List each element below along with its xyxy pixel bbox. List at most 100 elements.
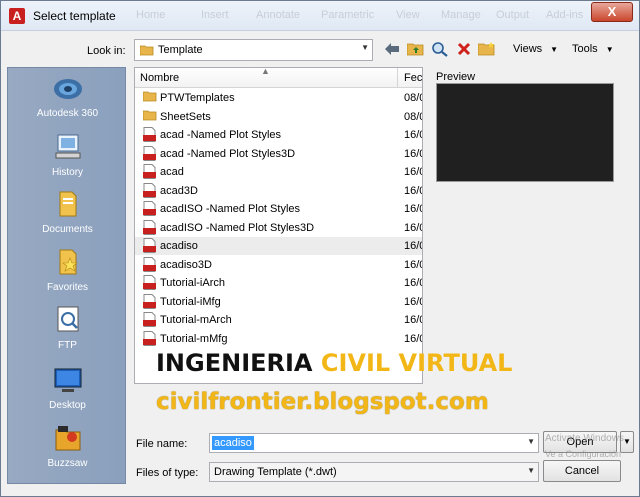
place-history[interactable]: History xyxy=(8,133,127,178)
file-name-label: File name: xyxy=(136,438,188,450)
history-icon xyxy=(55,134,80,159)
column-header-date[interactable]: Fecl xyxy=(404,72,422,84)
up-folder-icon[interactable] xyxy=(406,39,426,59)
file-row[interactable]: acad 16/0 xyxy=(135,163,422,182)
back-arrow-icon[interactable] xyxy=(382,39,402,59)
watermark-url: civilfrontier.blogspot.com xyxy=(156,389,489,415)
file-row-date: 16/0 xyxy=(404,258,422,271)
file-row[interactable]: Tutorial-mMfg 16/0 xyxy=(135,330,422,348)
file-row[interactable]: Tutorial-mArch 16/0 xyxy=(135,311,422,330)
file-name-input[interactable]: acadiso ▼ xyxy=(209,433,539,453)
file-row[interactable]: Tutorial-iMfg 16/0 xyxy=(135,293,422,312)
search-web-icon[interactable] xyxy=(430,39,450,59)
views-menu[interactable]: Views ▼ xyxy=(513,43,558,55)
column-separator[interactable] xyxy=(397,68,398,88)
file-row-name: acad -Named Plot Styles3D xyxy=(160,147,296,160)
file-row-name: Tutorial-mMfg xyxy=(160,332,228,345)
file-list-header: Nombre ▲ Fecl xyxy=(135,67,422,88)
ghost-ribbon-tab: Output xyxy=(496,9,530,21)
file-row-name: acadISO -Named Plot Styles3D xyxy=(160,221,315,234)
file-row[interactable]: acad -Named Plot Styles 16/0 xyxy=(135,126,422,145)
file-row[interactable]: acad3D 16/0 xyxy=(135,182,422,201)
watermark-title-part1: INGENIERIA xyxy=(156,349,321,377)
close-button[interactable]: X xyxy=(591,2,633,22)
column-header-name[interactable]: Nombre xyxy=(140,72,179,84)
place-documents[interactable]: Documents xyxy=(8,190,127,235)
file-row-date: 16/0 xyxy=(404,240,422,252)
dwt-file-icon xyxy=(143,145,156,164)
ghost-ribbon-tab: Manage xyxy=(441,9,481,21)
file-type-label: Files of type: xyxy=(136,467,199,479)
file-row-name: Tutorial-mArch xyxy=(160,314,232,326)
file-row[interactable]: SheetSets 08/0 xyxy=(135,108,422,126)
desktop-icon xyxy=(54,368,81,392)
file-row-name: Tutorial-iArch xyxy=(160,277,225,289)
file-row-date: 16/0 xyxy=(404,147,422,160)
file-name-value: acadiso xyxy=(212,436,254,450)
file-row[interactable]: acadiso3D 16/0 xyxy=(135,256,422,275)
file-row-name: acad xyxy=(160,166,184,178)
file-row-name: acad -Named Plot Styles xyxy=(160,129,282,141)
dwt-file-icon xyxy=(143,127,156,145)
place-autodesk-360[interactable]: Autodesk 360 xyxy=(8,74,127,119)
lookin-label: Look in: xyxy=(87,45,126,57)
file-row-date: 16/0 xyxy=(404,314,422,326)
autodesk-360-icon xyxy=(53,79,82,99)
documents-folder-icon xyxy=(59,191,76,217)
chevron-down-icon[interactable]: ▼ xyxy=(527,437,535,446)
file-row[interactable]: PTWTemplates 08/0 xyxy=(135,89,422,107)
ghost-ribbon-tab: View xyxy=(396,9,420,21)
dwt-file-icon xyxy=(143,293,156,312)
file-row[interactable]: acadISO -Named Plot Styles 16/0 xyxy=(135,200,422,219)
ghost-ribbon-tab: Add-ins xyxy=(546,9,584,21)
tools-menu[interactable]: Tools ▼ xyxy=(572,43,614,55)
chevron-down-icon: ▼ xyxy=(605,45,614,54)
place-ftp[interactable]: FTP xyxy=(8,306,127,351)
dwt-file-icon xyxy=(143,182,156,201)
file-type-dropdown[interactable]: Drawing Template (*.dwt) ▼ xyxy=(209,462,539,482)
file-row-name: acadiso3D xyxy=(160,258,212,271)
place-favorites[interactable]: Favorites xyxy=(8,248,127,293)
file-row-name: acadISO -Named Plot Styles xyxy=(160,203,301,215)
new-folder-icon[interactable] xyxy=(477,39,497,59)
ftp-icon xyxy=(57,306,78,332)
dwt-file-icon xyxy=(143,238,156,256)
file-row-date: 16/0 xyxy=(404,203,422,215)
file-row-date: 16/0 xyxy=(404,295,422,308)
file-row[interactable]: Tutorial-iArch 16/0 xyxy=(135,274,422,293)
dwt-file-icon xyxy=(143,312,156,330)
file-row[interactable]: acad -Named Plot Styles3D 16/0 xyxy=(135,145,422,164)
file-row[interactable]: acadISO -Named Plot Styles3D 16/0 xyxy=(135,219,422,237)
dwt-file-icon xyxy=(143,201,156,219)
ghost-ribbon-tab: Home xyxy=(136,9,166,21)
file-list[interactable]: Nombre ▲ Fecl PTWTemplates 08/0 SheetSets 0… xyxy=(134,67,423,384)
place-buzzsaw[interactable]: Buzzsaw xyxy=(8,424,127,469)
folder-icon xyxy=(142,90,157,105)
file-row-name: PTWTemplates xyxy=(160,92,235,104)
favorites-star-folder-icon xyxy=(59,249,78,275)
autocad-logo-icon: A xyxy=(9,8,25,24)
views-label: Views xyxy=(513,43,543,55)
place-label: History xyxy=(51,167,84,178)
file-row-name: acadiso xyxy=(160,240,198,252)
select-template-dialog: A Select template Home Insert Annotate P… xyxy=(0,0,640,497)
cancel-button[interactable]: Cancel xyxy=(543,460,621,482)
file-row-date: 08/0 xyxy=(404,92,422,104)
dwt-file-icon xyxy=(143,164,156,182)
title-bar[interactable]: A Select template Home Insert Annotate P… xyxy=(1,1,639,31)
file-type-value: Drawing Template (*.dwt) xyxy=(214,466,337,478)
sort-ascending-icon: ▲ xyxy=(261,67,270,76)
delete-icon[interactable] xyxy=(454,39,474,59)
file-row-name: SheetSets xyxy=(160,110,211,123)
activation-watermark-line1: Activate Windows xyxy=(545,433,624,444)
dwt-file-icon xyxy=(143,256,156,275)
lookin-dropdown[interactable]: Template ▼ xyxy=(134,39,373,61)
folder-icon xyxy=(139,44,154,59)
place-label: FTP xyxy=(58,340,77,351)
ghost-ribbon-tab: Parametric xyxy=(321,9,375,21)
file-row-name: acad3D xyxy=(160,184,198,197)
place-desktop[interactable]: Desktop xyxy=(8,366,127,411)
dwt-file-icon xyxy=(143,275,156,293)
file-row[interactable]: acadiso 16/0 xyxy=(135,237,422,256)
activation-watermark-line2: Ve a Configuración xyxy=(545,449,622,459)
